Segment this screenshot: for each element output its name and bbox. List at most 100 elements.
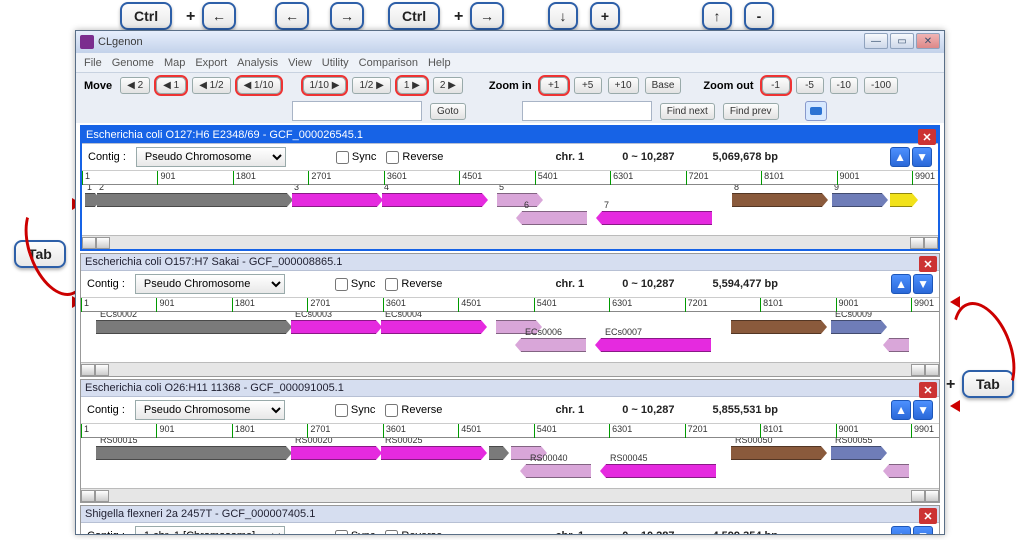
menu-view[interactable]: View [288, 57, 312, 69]
scroll-left-button[interactable] [81, 490, 95, 502]
genome-track[interactable]: Escherichia coli O127:H6 E2348/69 - GCF_… [80, 125, 940, 251]
minimize-button[interactable]: — [864, 33, 888, 49]
gene-feature[interactable]: 9 [832, 193, 882, 207]
gene-feature[interactable]: RS00015 [96, 446, 286, 460]
gene-feature[interactable]: RS00025 [381, 446, 481, 460]
contig-select[interactable]: Pseudo Chromosome [135, 274, 285, 294]
scroll-right-button[interactable] [911, 364, 925, 376]
gene-feature[interactable]: 1 [85, 193, 95, 207]
track-scrollbar[interactable] [81, 488, 939, 502]
track-down-button[interactable]: ▼ [912, 147, 932, 167]
zoomin-5[interactable]: +5 [574, 77, 602, 94]
scroll-right-button[interactable] [911, 490, 925, 502]
gene-feature[interactable]: ECs0007 [601, 338, 711, 352]
menu-analysis[interactable]: Analysis [237, 57, 278, 69]
track-down-button[interactable]: ▼ [913, 274, 933, 294]
track-up-button[interactable]: ▲ [891, 274, 911, 294]
zoomout-5[interactable]: -5 [796, 77, 824, 94]
reverse-checkbox[interactable]: Reverse [385, 404, 442, 417]
sync-checkbox[interactable]: Sync [336, 151, 376, 164]
gene-feature[interactable] [731, 320, 821, 334]
zoomout-10[interactable]: -10 [830, 77, 858, 94]
scroll-left-button[interactable] [82, 237, 96, 249]
move-left-2[interactable]: ◀ 2 [120, 77, 150, 94]
genome-track[interactable]: Escherichia coli O26:H11 11368 - GCF_000… [80, 379, 940, 503]
gene-feature[interactable]: ECs0009 [831, 320, 881, 334]
move-left-1[interactable]: ◀ 1 [156, 77, 186, 94]
scroll-right-button[interactable] [910, 237, 924, 249]
window-close-button[interactable]: ✕ [916, 33, 940, 49]
move-left-tenth[interactable]: ◀ 1/10 [237, 77, 281, 94]
goto-input[interactable] [292, 101, 422, 121]
zoom-base[interactable]: Base [645, 77, 682, 94]
gene-feature[interactable]: 3 [292, 193, 377, 207]
gene-feature[interactable]: ECs0004 [381, 320, 481, 334]
find-input[interactable] [522, 101, 652, 121]
maximize-button[interactable]: ▭ [890, 33, 914, 49]
find-prev-button[interactable]: Find prev [723, 103, 779, 120]
gene-feature[interactable]: RS00040 [526, 464, 591, 478]
contig-select[interactable]: Pseudo Chromosome [135, 400, 285, 420]
gene-feature[interactable] [889, 464, 909, 478]
track-close-button[interactable]: ✕ [919, 508, 937, 524]
gene-feature[interactable]: RS00050 [731, 446, 821, 460]
scroll-right-button[interactable] [925, 364, 939, 376]
gene-feature[interactable]: ECs0006 [521, 338, 586, 352]
track-close-button[interactable]: ✕ [918, 129, 936, 145]
snapshot-button[interactable] [805, 101, 827, 121]
contig-select[interactable]: 1 chr. 1 [Chromosome] [135, 526, 285, 534]
goto-button[interactable]: Goto [430, 103, 466, 120]
gene-feature[interactable] [890, 193, 912, 207]
menu-map[interactable]: Map [164, 57, 185, 69]
menu-export[interactable]: Export [195, 57, 227, 69]
scroll-right-button[interactable] [924, 237, 938, 249]
track-up-button[interactable]: ▲ [891, 400, 911, 420]
track-up-button[interactable]: ▲ [890, 147, 910, 167]
zoomout-1[interactable]: -1 [762, 77, 790, 94]
menu-file[interactable]: File [84, 57, 102, 69]
menu-comparison[interactable]: Comparison [359, 57, 418, 69]
find-next-button[interactable]: Find next [660, 103, 715, 120]
move-right-2[interactable]: 2 ▶ [433, 77, 463, 94]
gene-feature[interactable]: 7 [602, 211, 712, 225]
gene-feature[interactable]: RS00045 [606, 464, 716, 478]
scroll-left-button[interactable] [95, 490, 109, 502]
scroll-left-button[interactable] [95, 364, 109, 376]
track-down-button[interactable]: ▼ [913, 526, 933, 534]
reverse-checkbox[interactable]: Reverse [385, 530, 442, 535]
track-up-button[interactable]: ▲ [891, 526, 911, 534]
menu-utility[interactable]: Utility [322, 57, 349, 69]
reverse-checkbox[interactable]: Reverse [386, 151, 443, 164]
sync-checkbox[interactable]: Sync [335, 404, 375, 417]
track-scrollbar[interactable] [81, 362, 939, 376]
move-left-half[interactable]: ◀ 1/2 [192, 77, 230, 94]
zoomin-10[interactable]: +10 [608, 77, 639, 94]
menu-genome[interactable]: Genome [112, 57, 154, 69]
menu-help[interactable]: Help [428, 57, 451, 69]
genome-track[interactable]: Shigella flexneri 2a 2457T - GCF_0000074… [80, 505, 940, 534]
sync-checkbox[interactable]: Sync [335, 278, 375, 291]
sync-checkbox[interactable]: Sync [335, 530, 375, 535]
move-right-half[interactable]: 1/2 ▶ [352, 77, 390, 94]
track-close-button[interactable]: ✕ [919, 256, 937, 272]
gene-feature[interactable]: 4 [382, 193, 482, 207]
gene-feature[interactable]: ECs0003 [291, 320, 376, 334]
gene-feature[interactable]: 2 [97, 193, 287, 207]
zoomin-1[interactable]: +1 [540, 77, 568, 94]
track-scrollbar[interactable] [82, 235, 938, 249]
gene-feature[interactable]: 6 [522, 211, 587, 225]
gene-feature[interactable]: 8 [732, 193, 822, 207]
scroll-left-button[interactable] [81, 364, 95, 376]
track-down-button[interactable]: ▼ [913, 400, 933, 420]
contig-select[interactable]: Pseudo Chromosome [136, 147, 286, 167]
gene-feature[interactable]: 5 [497, 193, 537, 207]
scroll-right-button[interactable] [925, 490, 939, 502]
gene-feature[interactable] [489, 446, 503, 460]
gene-feature[interactable]: RS00020 [291, 446, 376, 460]
gene-feature[interactable]: ECs0002 [96, 320, 286, 334]
reverse-checkbox[interactable]: Reverse [385, 278, 442, 291]
gene-feature[interactable]: RS00055 [831, 446, 881, 460]
zoomout-100[interactable]: -100 [864, 77, 898, 94]
gene-feature[interactable] [889, 338, 909, 352]
move-right-1[interactable]: 1 ▶ [397, 77, 427, 94]
